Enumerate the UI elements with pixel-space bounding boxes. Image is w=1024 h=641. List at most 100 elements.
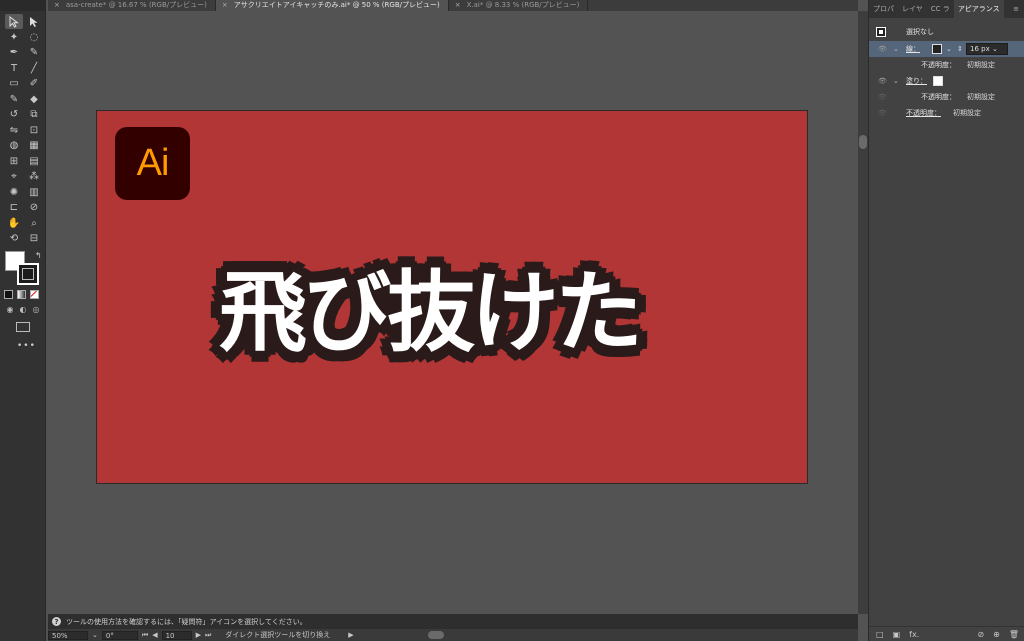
selection-label: 選択なし (906, 28, 934, 36)
selection-tool-icon[interactable] (5, 14, 23, 29)
blend-tool-icon[interactable]: ⁂ (25, 169, 43, 184)
headline-text[interactable]: 飛び抜けた (217, 242, 644, 369)
pen-tool-icon[interactable]: ✒ (5, 45, 23, 60)
artboard-number-field[interactable]: 10 (161, 630, 192, 640)
gradient-mode-icon[interactable] (17, 290, 26, 299)
paintbrush-tool-icon[interactable]: ✐ (25, 76, 43, 91)
print-tiling-tool-icon[interactable]: ⊟ (25, 231, 43, 246)
opacity-label[interactable]: 不透明度： (921, 60, 956, 70)
next-artboard-icon[interactable]: ▶ (196, 631, 201, 639)
screen-mode-icon[interactable] (16, 322, 30, 332)
draw-normal-icon[interactable]: ◉ (5, 305, 15, 314)
opacity-label[interactable]: 不透明度： (906, 108, 941, 118)
clear-appearance-icon[interactable]: ⊘ (977, 630, 984, 639)
magic-wand-tool-icon[interactable]: ✦ (5, 30, 23, 45)
duplicate-item-icon[interactable]: ⊕ (993, 630, 1000, 639)
document-tab[interactable]: × X.ai* @ 8.33 % (RGB/プレビュー) (449, 0, 589, 11)
opacity-value: 初期設定 (967, 61, 995, 69)
canvas-area[interactable]: Ai 飛び抜けた (48, 11, 858, 614)
status-menu-icon[interactable]: ▶ (348, 631, 353, 639)
lasso-tool-icon[interactable]: ◌ (25, 30, 43, 45)
color-mode-icon[interactable] (4, 290, 13, 299)
column-graph-tool-icon[interactable]: ▥ (25, 185, 43, 200)
stroke-weight-field[interactable]: 16 px ⌄ (966, 43, 1008, 55)
tab-appearance[interactable]: アピアランス (953, 0, 1004, 18)
eyedropper-tool-icon[interactable]: ⌖ (5, 169, 23, 184)
artboard[interactable]: Ai 飛び抜けた (96, 110, 808, 484)
chevron-down-icon[interactable]: ⌄ (893, 45, 899, 53)
fill-color-swatch[interactable] (933, 76, 943, 86)
fill-label[interactable]: 塗り： (906, 76, 927, 86)
line-tool-icon[interactable]: ╱ (25, 61, 43, 76)
zoom-field[interactable]: 50% (48, 630, 88, 640)
fill-opacity-row[interactable]: 👁 不透明度： 初期設定 (869, 89, 1024, 105)
hand-tool-icon[interactable]: ✋ (5, 216, 23, 231)
close-tab-icon[interactable]: × (455, 0, 461, 11)
add-stroke-icon[interactable]: □ (876, 630, 884, 639)
stroke-label[interactable]: 線： (906, 44, 920, 54)
chevron-down-icon[interactable]: ⌄ (92, 631, 98, 639)
symbol-sprayer-tool-icon[interactable]: ✺ (5, 185, 23, 200)
draw-behind-icon[interactable]: ◐ (18, 305, 28, 314)
chevron-down-icon[interactable]: ⌄ (946, 45, 952, 53)
chevron-down-icon[interactable]: ⌄ (893, 77, 899, 85)
horizontal-scroll-thumb[interactable] (428, 631, 444, 639)
rotation-field[interactable]: 0° (101, 630, 138, 640)
first-artboard-icon[interactable]: ⏮ (142, 631, 148, 640)
tab-properties[interactable]: プロパ (869, 0, 898, 18)
visibility-eye-icon[interactable]: 👁 (878, 93, 887, 101)
draw-inside-icon[interactable]: ◎ (31, 305, 41, 314)
gradient-tool-icon[interactable]: ▤ (25, 154, 43, 169)
free-transform-tool-icon[interactable]: ⊡ (25, 123, 43, 138)
question-icon[interactable]: ? (52, 617, 61, 626)
eraser-tool-icon[interactable]: ◆ (25, 92, 43, 107)
tools-panel-header[interactable] (0, 0, 45, 11)
perspective-grid-tool-icon[interactable]: ▦ (25, 138, 43, 153)
prev-artboard-icon[interactable]: ◀ (152, 631, 157, 639)
slice-tool-icon[interactable]: ⊘ (25, 200, 43, 215)
close-tab-icon[interactable]: × (222, 0, 228, 11)
tab-layers[interactable]: レイヤ (898, 0, 927, 18)
document-tab[interactable]: × asa-create* @ 16.67 % (RGB/プレビュー) (48, 0, 216, 11)
trash-icon[interactable]: 🗑 (1009, 630, 1019, 639)
swap-fill-stroke-icon[interactable]: ↰ (35, 251, 42, 260)
type-tool-icon[interactable]: T (5, 61, 23, 76)
shape-builder-tool-icon[interactable]: ◍ (5, 138, 23, 153)
stroke-color-swatch[interactable] (932, 44, 942, 54)
tools-panel: ✦ ◌ ✒ ✎ T ╱ ▭ ✐ ✎ ◆ ↺ ⧉ ⇋ ⊡ ◍ ▦ ⊞ ▤ ⌖ ⁂ … (0, 0, 46, 641)
zoom-tool-icon[interactable]: ⌕ (25, 216, 43, 231)
vertical-scrollbar[interactable] (858, 11, 868, 614)
rectangle-tool-icon[interactable]: ▭ (5, 76, 23, 91)
rotate-tool-icon[interactable]: ↺ (5, 107, 23, 122)
stroke-row[interactable]: 👁 ⌄ 線： ⌄ ⇕ 16 px ⌄ (869, 41, 1024, 57)
rotate-view-tool-icon[interactable]: ⟲ (5, 231, 23, 246)
visibility-eye-icon[interactable]: 👁 (878, 109, 887, 117)
illustrator-logo[interactable]: Ai (115, 127, 190, 200)
curvature-tool-icon[interactable]: ✎ (25, 45, 43, 60)
scale-tool-icon[interactable]: ⧉ (25, 107, 43, 122)
tab-cc-libraries[interactable]: CC ラ (927, 0, 954, 18)
object-opacity-row[interactable]: 👁 不透明度： 初期設定 (869, 105, 1024, 121)
edit-toolbar-icon[interactable]: ••• (17, 341, 36, 351)
close-tab-icon[interactable]: × (54, 0, 60, 11)
fx-icon[interactable]: fx. (909, 630, 919, 639)
vertical-scroll-thumb[interactable] (859, 135, 867, 149)
direct-selection-tool-icon[interactable] (25, 14, 43, 29)
opacity-label[interactable]: 不透明度： (921, 92, 956, 102)
panel-menu-icon[interactable]: ≡ (1013, 5, 1024, 13)
mesh-tool-icon[interactable]: ⊞ (5, 154, 23, 169)
stroke-swatch[interactable] (17, 263, 39, 285)
stroke-opacity-row[interactable]: 不透明度： 初期設定 (869, 57, 1024, 73)
width-tool-icon[interactable]: ⇋ (5, 123, 23, 138)
stroke-stepper-icon[interactable]: ⇕ (957, 45, 963, 53)
panel-footer: □ ▣ fx. ⊘ ⊕ 🗑 (869, 626, 1024, 641)
fill-row[interactable]: 👁 ⌄ 塗り： (869, 73, 1024, 89)
artboard-tool-icon[interactable]: ⊏ (5, 200, 23, 215)
visibility-eye-icon[interactable]: 👁 (878, 45, 887, 53)
visibility-eye-icon[interactable]: 👁 (878, 77, 887, 85)
none-mode-icon[interactable] (30, 290, 39, 299)
last-artboard-icon[interactable]: ⏭ (205, 631, 211, 640)
shaper-tool-icon[interactable]: ✎ (5, 92, 23, 107)
add-fill-icon[interactable]: ▣ (893, 630, 901, 639)
document-tab-active[interactable]: × アサクリエイトアイキャッチのみ.ai* @ 50 % (RGB/プレビュー) (215, 0, 449, 11)
